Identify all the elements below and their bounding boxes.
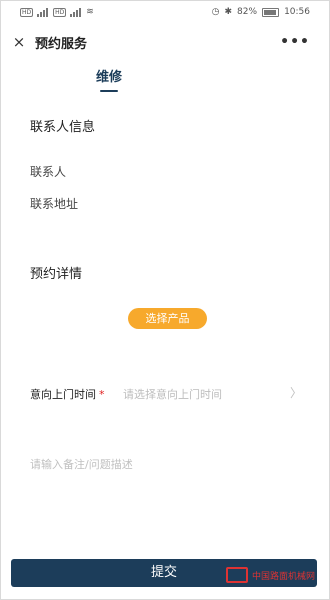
page-title: 预约服务 bbox=[35, 37, 88, 52]
status-right: ◷ ✱ 82% 10:56 bbox=[212, 7, 310, 17]
clock: 10:56 bbox=[284, 7, 310, 17]
required-mark: * bbox=[99, 388, 105, 401]
tab-indicator bbox=[100, 90, 118, 92]
visit-time-label: 意向上门时间 * bbox=[30, 386, 105, 402]
tab-repair[interactable]: 维修 bbox=[96, 66, 122, 85]
contact-address-field[interactable]: 联系地址 bbox=[30, 195, 78, 212]
close-icon[interactable]: × bbox=[12, 35, 26, 50]
chevron-right-icon[interactable]: 〉 bbox=[290, 384, 302, 401]
wifi-icon: ≋ bbox=[86, 7, 94, 17]
status-bar: HD HD ≋ ◷ ✱ 82% 10:56 bbox=[0, 0, 330, 26]
watermark-text: 中国路面机械网 bbox=[252, 571, 316, 582]
alarm-icon: ◷ bbox=[211, 7, 220, 17]
more-options-icon[interactable]: ••• bbox=[280, 35, 310, 49]
sim-icon: HD bbox=[53, 7, 67, 17]
signal-icon bbox=[37, 7, 49, 17]
status-left: HD HD ≋ bbox=[20, 7, 94, 17]
contact-section-title: 联系人信息 bbox=[30, 120, 96, 135]
screen-frame bbox=[0, 0, 330, 600]
watermark: 中国路面机械网 bbox=[226, 560, 316, 590]
battery-icon bbox=[262, 7, 280, 17]
remark-input[interactable]: 请输入备注/问题描述 bbox=[30, 456, 133, 472]
sim-icon: HD bbox=[20, 7, 34, 17]
select-product-button[interactable]: 选择产品 bbox=[128, 308, 207, 329]
signal-icon bbox=[70, 7, 82, 17]
contact-person-field[interactable]: 联系人 bbox=[30, 163, 66, 180]
details-section-title: 预约详情 bbox=[30, 267, 83, 282]
bluetooth-icon: ✱ bbox=[224, 7, 233, 17]
visit-time-label-text: 意向上门时间 bbox=[30, 388, 96, 401]
watermark-logo bbox=[226, 567, 248, 583]
app-header: × 预约服务 ••• bbox=[0, 30, 330, 56]
battery-text: 82% bbox=[237, 7, 258, 17]
visit-time-picker[interactable]: 请选择意向上门时间 bbox=[123, 386, 222, 402]
